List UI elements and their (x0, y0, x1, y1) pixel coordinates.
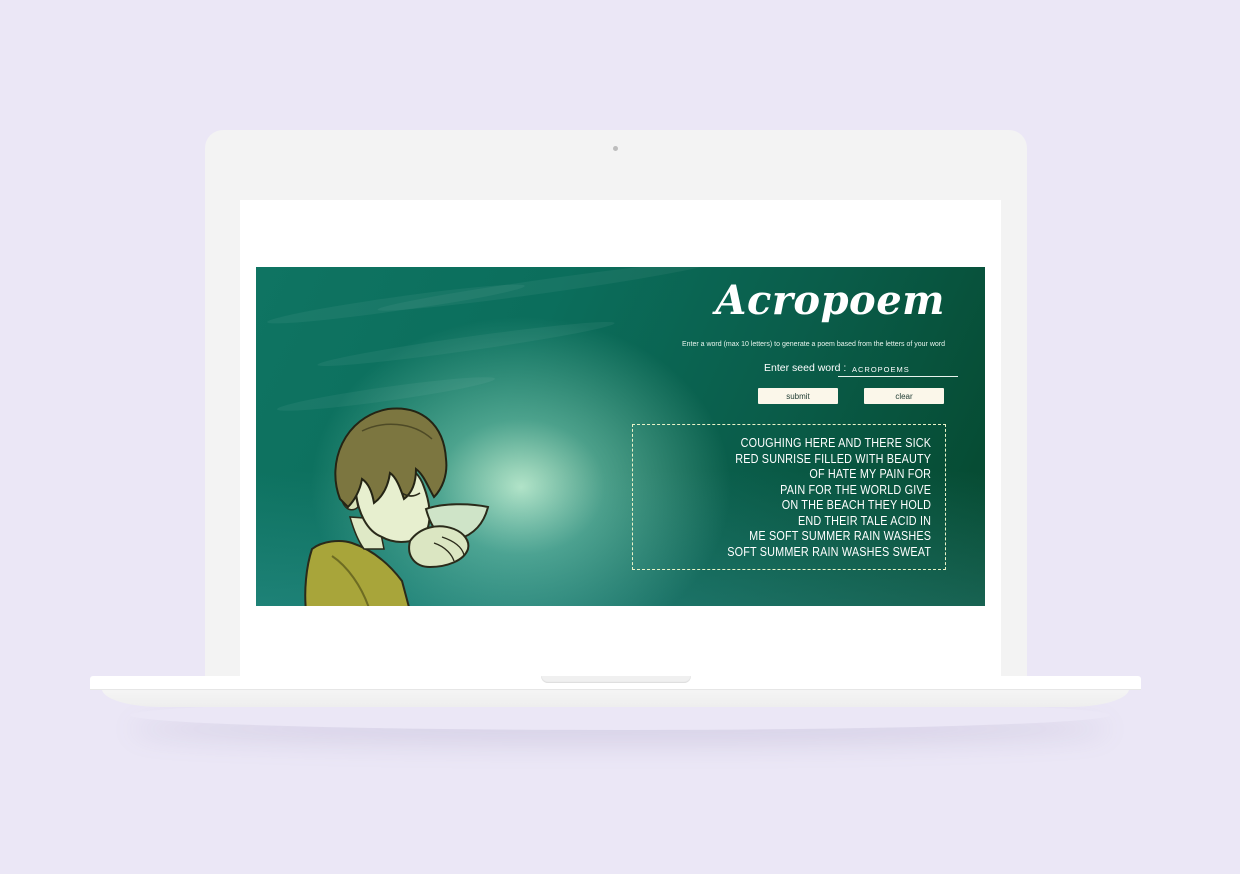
instructions-text: Enter a word (max 10 letters) to generat… (681, 341, 945, 348)
acropoem-banner: Acropoem Enter a word (max 10 letters) t… (256, 267, 985, 606)
laptop-screen: Acropoem Enter a word (max 10 letters) t… (240, 200, 1001, 678)
seed-word-row: Enter seed word : (764, 362, 958, 380)
poem-line: SOFT SUMMER RAIN WASHES SWEAT (727, 544, 931, 559)
poem-line: ON THE BEACH THEY HOLD (781, 498, 931, 512)
poem-line: END THEIR TALE ACID IN (797, 513, 931, 528)
child-drinking-illustration (304, 407, 490, 606)
camera-dot (613, 146, 618, 151)
app-title: Acropoem (715, 277, 945, 324)
poem-line: COUGHING HERE AND THERE SICK (740, 436, 931, 450)
laptop-notch (541, 676, 691, 683)
clear-button[interactable]: clear (864, 388, 944, 404)
poem-lines: COUGHING HERE AND THERE SICK RED SUNRISE… (694, 436, 931, 560)
laptop-base-bottom (102, 689, 1129, 707)
poem-line: ME SOFT SUMMER RAIN WASHES (749, 529, 931, 543)
poem-line: OF HATE MY PAIN FOR (809, 467, 931, 481)
submit-button[interactable]: submit (758, 388, 838, 404)
seed-word-input[interactable] (838, 362, 958, 377)
poem-line: RED SUNRISE FILLED WITH BEAUTY (735, 451, 931, 466)
poem-output-box: COUGHING HERE AND THERE SICK RED SUNRISE… (632, 424, 946, 570)
brush-stroke (316, 316, 616, 372)
poem-line: PAIN FOR THE WORLD GIVE (780, 482, 931, 497)
seed-word-label: Enter seed word : (764, 362, 847, 374)
